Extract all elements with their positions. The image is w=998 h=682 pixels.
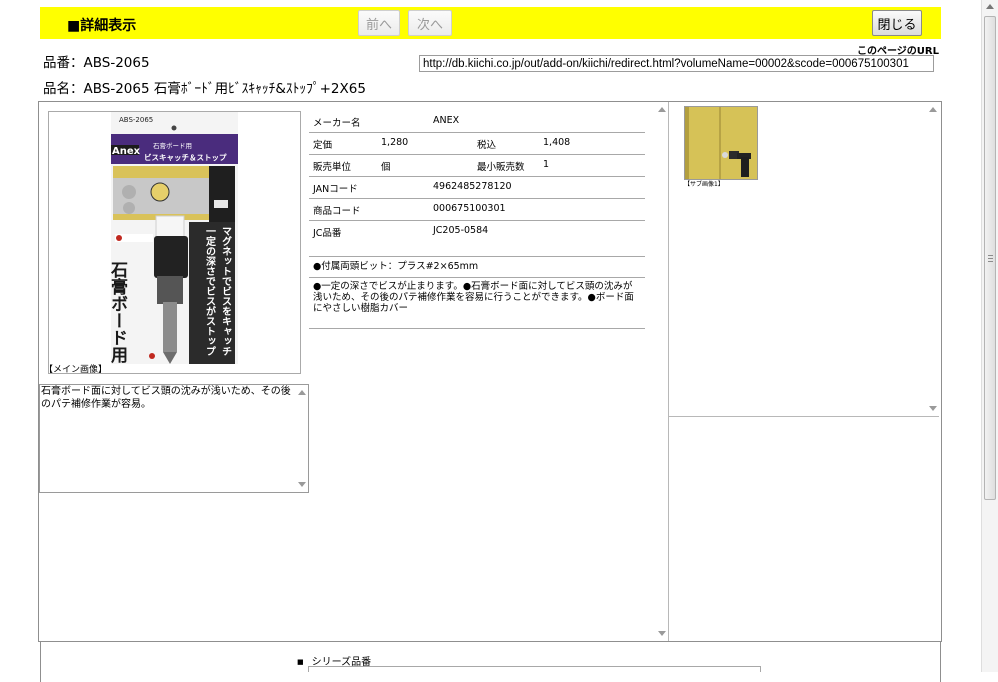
spec-row-jan: JANコード 4962485278120 [309, 177, 645, 199]
spec-value: 個 [381, 162, 391, 173]
scroll-down-icon[interactable] [658, 631, 666, 636]
bullet-icon: ■ [297, 658, 304, 666]
spec-label: 販売単位 [313, 162, 352, 173]
sub-image-scrollbar[interactable] [927, 102, 939, 416]
spec-value: JC205-0584 [433, 225, 489, 236]
features-text: ●一定の深さでビスが止まります。●石膏ボード面に対してビス頭の沈みが浅いため、そ… [313, 281, 634, 314]
spec-row-jc: JC品番 JC205-0584 [309, 221, 645, 257]
package-brand-text: Anex [112, 146, 141, 157]
item-name: 品名：ABS-2065 石膏ﾎﾞｰﾄﾞ用ﾋﾞｽｷｬｯﾁ&ｽﾄｯﾌﾟ+2X65 [43, 81, 366, 97]
spec-value: 1,408 [543, 137, 571, 148]
spec-row-features: ●一定の深さでビスが止まります。●石膏ボード面に対してビス頭の沈みが浅いため、そ… [309, 278, 645, 329]
series-panel [40, 642, 941, 682]
package-band-line1: 石膏ボード用 [153, 141, 192, 150]
spec-label: JC品番 [313, 228, 342, 239]
spec-row-product-code: 商品コード 000675100301 [309, 199, 645, 221]
description-scrollbar[interactable] [296, 385, 308, 492]
package-band-line2: ビスキャッチ＆ストップ [144, 152, 227, 162]
scroll-down-icon[interactable] [298, 482, 306, 487]
grip-line [988, 258, 993, 259]
page-scrollbar[interactable] [981, 0, 998, 672]
page-scroll-thumb[interactable] [984, 16, 996, 500]
main-image-caption: 【メイン画像】 [44, 365, 108, 375]
description-text: 石膏ボード面に対してビス頭の沈みが浅いため、その後のパテ補修作業が容易。 [41, 386, 291, 410]
main-product-image: ABS-2065 Anex 石膏ボード用 ビスキャッチ＆ストップ 石膏ボード用 … [107, 112, 238, 364]
package-vertical-text-2: 一定の深さでビスがストップ [204, 226, 216, 356]
scroll-up-icon[interactable] [929, 107, 937, 112]
page-title: ■詳細表示 [67, 18, 137, 34]
spec-value: 1,280 [381, 137, 409, 148]
spec-label: メーカー名 [313, 118, 361, 129]
package-big-text: 石膏ボード用 [107, 261, 129, 364]
spec-row-accessory: ●付属両頭ビット：プラス#2×65mm [309, 257, 645, 278]
package-model-text: ABS-2065 [119, 116, 153, 124]
accessory-text: ●付属両頭ビット：プラス#2×65mm [313, 261, 479, 272]
sub-product-image [685, 107, 757, 179]
sub-image-caption: 【サブ画像1】 [684, 181, 724, 188]
scroll-up-icon[interactable] [298, 390, 306, 395]
grip-line [988, 255, 993, 256]
detail-scrollbar[interactable] [655, 102, 668, 641]
spec-label: 最小販売数 [477, 162, 525, 173]
item-code: 品番：ABS-2065 [43, 55, 150, 71]
scroll-down-icon[interactable] [929, 406, 937, 411]
scroll-up-icon[interactable] [658, 107, 666, 112]
next-button[interactable]: 次へ [408, 10, 452, 36]
spec-value: 4962485278120 [433, 181, 512, 192]
spec-table: メーカー名 ANEX 定価 1,280 税込 1,408 販売単位 個 最小販売… [309, 111, 645, 329]
close-button[interactable]: 閉じる [872, 10, 922, 36]
main-image-frame[interactable]: ABS-2065 Anex 石膏ボード用 ビスキャッチ＆ストップ 石膏ボード用 … [48, 111, 301, 374]
sub-image-thumbnail[interactable] [684, 106, 758, 180]
prev-button[interactable]: 前へ [358, 10, 400, 36]
grip-line [988, 261, 993, 262]
spec-label: 税込 [477, 140, 497, 151]
spec-value: ANEX [433, 115, 460, 126]
page-url-input[interactable] [419, 55, 934, 72]
spec-value: 000675100301 [433, 203, 506, 214]
spec-row-price: 定価 1,280 税込 1,408 [309, 133, 645, 155]
spec-value: 1 [543, 159, 550, 170]
description-box[interactable]: 石膏ボード面に対してビス頭の沈みが浅いため、その後のパテ補修作業が容易。 [39, 384, 309, 493]
spec-row-unit: 販売単位 個 最小販売数 1 [309, 155, 645, 177]
spec-label: 商品コード [313, 206, 361, 217]
series-table [308, 666, 761, 672]
sub-panel-divider [669, 416, 939, 417]
header-bar: ■詳細表示 前へ 次へ 閉じる [40, 7, 941, 39]
spec-row-maker: メーカー名 ANEX [309, 111, 645, 133]
package-vertical-text-1: マグネットでビスをキャッチ [220, 226, 232, 356]
spec-label: 定価 [313, 140, 333, 151]
scroll-up-icon[interactable] [986, 4, 994, 9]
spec-label: JANコード [313, 184, 358, 195]
